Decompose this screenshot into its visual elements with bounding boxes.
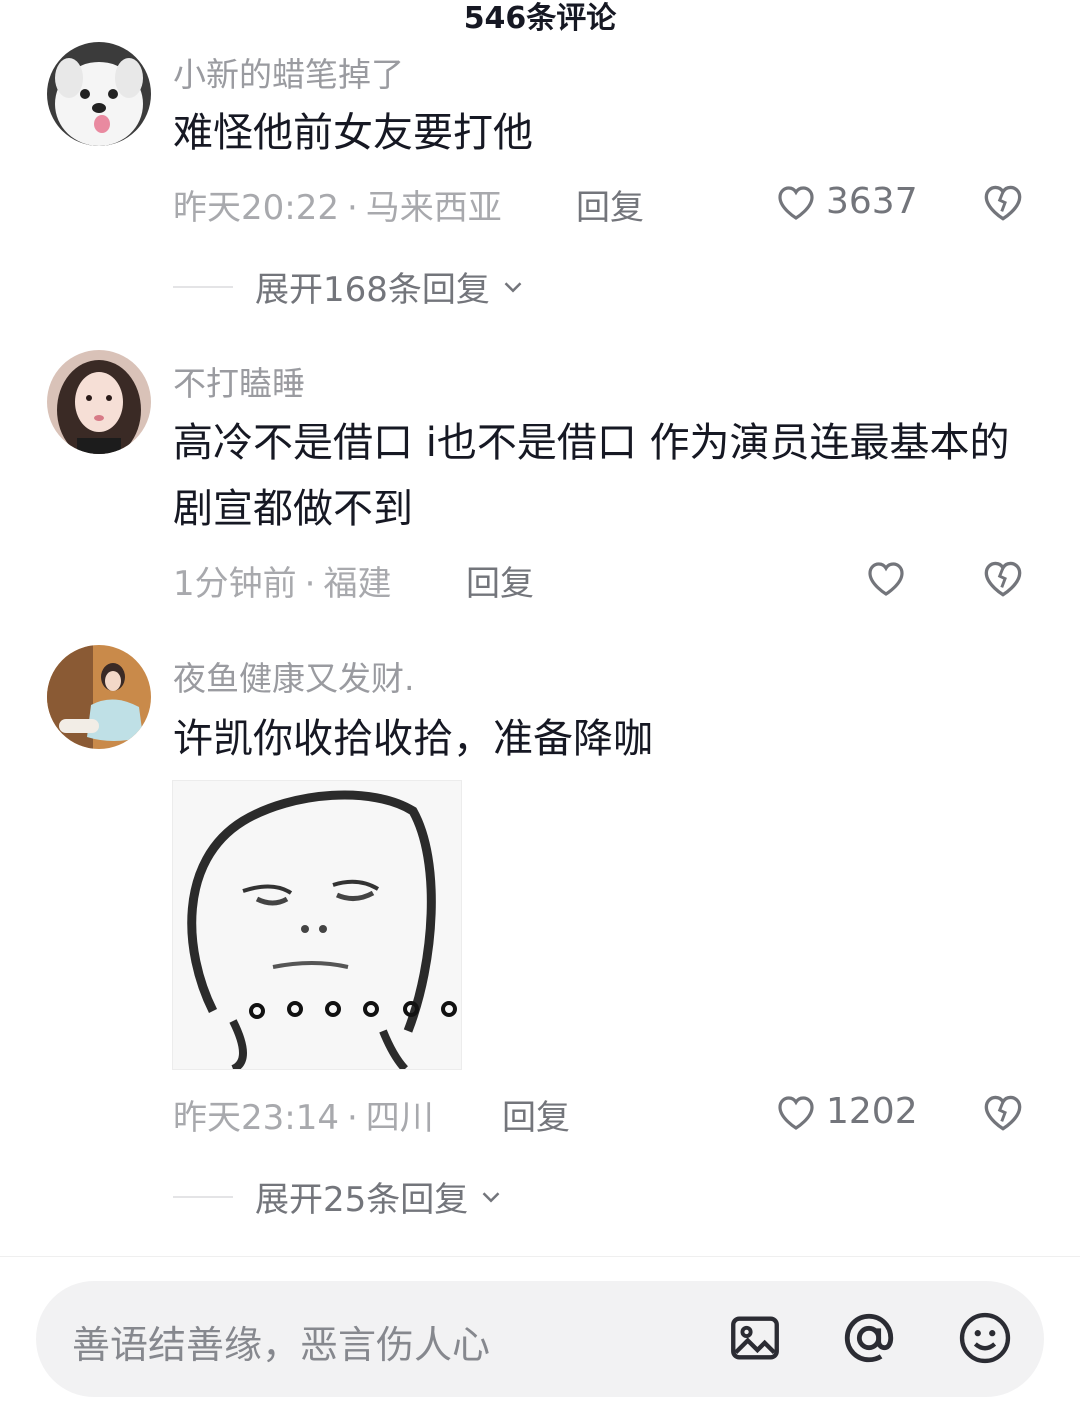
expand-replies-label: 展开168条回复 <box>255 270 490 310</box>
reply-button[interactable]: 回复 <box>466 556 534 605</box>
like-button[interactable]: 1202 <box>772 1086 918 1136</box>
image-icon[interactable] <box>726 1309 784 1367</box>
heart-icon <box>778 186 814 220</box>
comment-username[interactable]: 小新的蜡笔掉了 <box>173 48 404 96</box>
comment-username[interactable]: 不打瞌睡 <box>173 357 305 405</box>
expand-replies[interactable]: 展开25条回复 <box>173 1172 506 1221</box>
expand-replies-label: 展开25条回复 <box>255 1180 469 1220</box>
heart-icon <box>868 562 904 596</box>
comment-input[interactable]: 善语结善缘，恶言伤人心 <box>36 1281 1044 1397</box>
comments-header: 546条评论 <box>0 0 1080 40</box>
comment-meta: 昨天20:22 · 马来西亚 <box>173 188 502 228</box>
comment-meta: 1分钟前 · 福建 <box>173 564 392 604</box>
comment-username[interactable]: 夜鱼健康又发财. <box>173 652 415 700</box>
dislike-button[interactable] <box>978 176 1028 226</box>
expand-replies[interactable]: 展开168条回复 <box>173 262 528 311</box>
dislike-button[interactable] <box>978 1086 1028 1136</box>
heart-icon <box>778 1096 814 1130</box>
like-button[interactable]: 3637 <box>772 176 918 226</box>
like-count: 3637 <box>826 180 918 222</box>
chevron-down-icon <box>482 1191 500 1203</box>
broken-heart-icon <box>984 1095 1022 1131</box>
comment-location: 福建 <box>323 564 392 604</box>
comment-time: 1分钟前 <box>173 564 297 604</box>
comment-location: 马来西亚 <box>365 188 502 228</box>
comment-meta: 昨天23:14 · 四川 <box>173 1098 434 1138</box>
comment-count-title: 546条评论 <box>463 1 617 36</box>
dislike-button[interactable] <box>978 552 1028 602</box>
avatar[interactable] <box>47 350 151 454</box>
sticker-image[interactable] <box>172 780 462 1073</box>
reply-button[interactable]: 回复 <box>502 1090 570 1139</box>
divider <box>173 1195 233 1198</box>
like-button[interactable] <box>862 552 916 602</box>
comment-input-bar: 善语结善缘，恶言伤人心 <box>0 1256 1080 1418</box>
at-icon[interactable] <box>840 1309 898 1367</box>
comment-time: 昨天20:22 <box>173 188 339 228</box>
comment-location: 四川 <box>365 1098 434 1138</box>
comment-time: 昨天23:14 <box>173 1098 339 1138</box>
divider <box>173 285 233 288</box>
avatar[interactable] <box>47 645 151 749</box>
emoji-icon[interactable] <box>956 1309 1014 1367</box>
reply-button[interactable]: 回复 <box>576 180 644 229</box>
comment-text: 许凯你收拾收拾，准备降咖 <box>173 716 653 762</box>
comment-input-placeholder: 善语结善缘，恶言伤人心 <box>72 1323 491 1367</box>
broken-heart-icon <box>984 561 1022 597</box>
chevron-down-icon <box>504 281 522 293</box>
broken-heart-icon <box>984 185 1022 221</box>
like-count: 1202 <box>826 1090 918 1132</box>
avatar[interactable] <box>47 42 151 146</box>
comment-text: 高冷不是借口 i也不是借口 作为演员连最基本的剧宣都做不到 <box>173 420 1010 532</box>
comment-text: 难怪他前女友要打他 <box>173 110 533 156</box>
